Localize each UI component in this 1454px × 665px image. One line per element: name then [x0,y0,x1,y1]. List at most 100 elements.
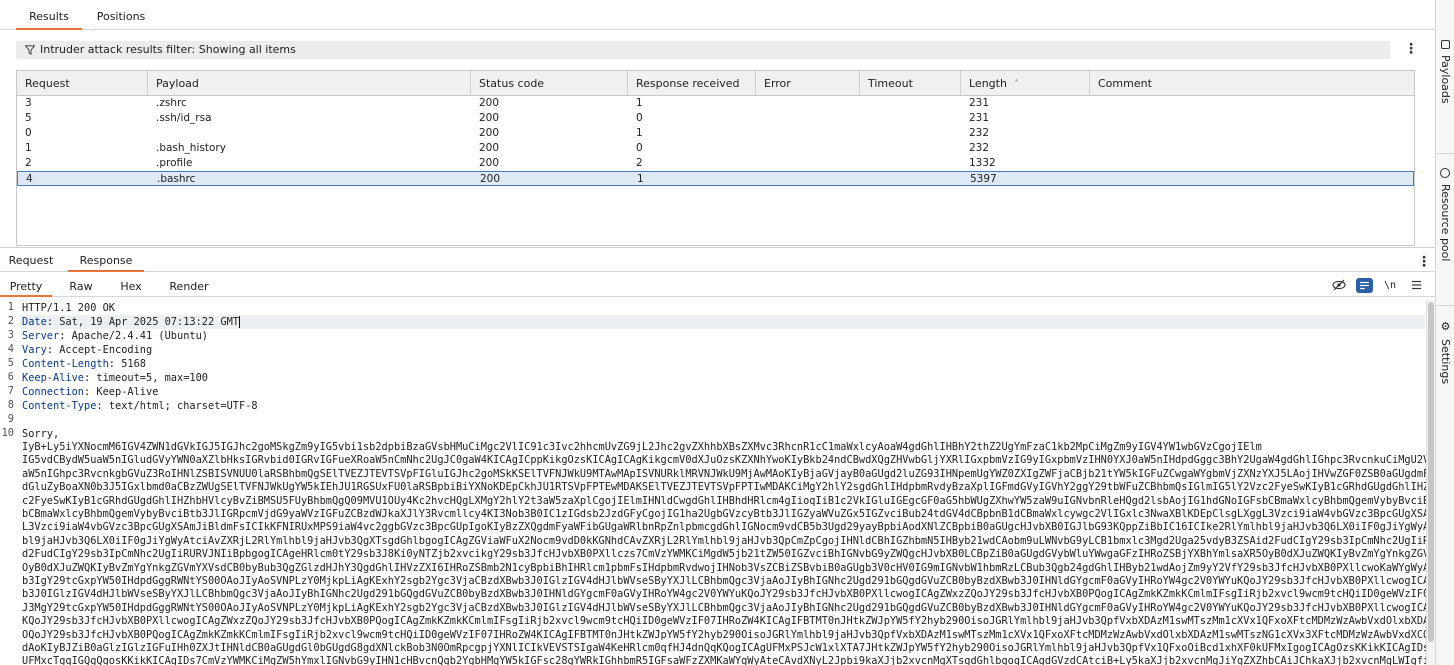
gear-icon: ⚙ [1439,320,1452,333]
cell-response-received: 2 [636,157,643,169]
header-value: Apache/2.4.41 (Ubuntu) [71,330,208,342]
results-filter-bar[interactable]: Intruder attack results filter: Showing … [16,41,1390,59]
header-name: Keep-Alive [22,372,84,384]
body-line: KQoJY29sb3JfcHJvbXB0PXllcwogICAgZWxzZQoJ… [22,615,1426,628]
cell-length: 232 [969,142,990,154]
body-line: b3IgY29tcGxpYW50IHdpdGggRWNtYS00OAoJIyAo… [22,575,1426,587]
response-editor[interactable]: 1 2 3 4 5 6 7 8 9 10 HTTP/1.1 200 OK Dat… [0,300,1426,665]
line-number: 1 [7,301,14,313]
table-row[interactable]: 3 .zshrc 200 1 231 [17,96,1414,111]
results-table: Request Payload Status code Response rec… [16,70,1415,246]
cell-length: 1332 [969,157,996,169]
body-line: dAoKIyBJZiB0aGlzIGlzIGFuIHh0ZXJtIHNldCB0… [22,642,1426,654]
cell-request: 3 [25,97,32,109]
tab-render[interactable]: Render [162,276,216,297]
column-header-comment[interactable]: Comment [1090,71,1414,96]
body-line: bCBmaWxlcyBhbmQgemVybyBvciBtb3JlIGRpcmVj… [22,508,1426,520]
pane-divider[interactable] [0,247,1435,248]
tab-pretty[interactable]: Pretty [0,276,52,297]
header-name: Connection [22,386,84,398]
intruder-attack-window: Results Positions Intruder attack result… [0,0,1454,665]
rail-tab-settings[interactable]: ⚙ Settings [1436,320,1454,400]
body-line: IyB+Ly5iYXNocmM6IGV4ZWN1dGVkIGJ5IGJhc2go… [22,441,1262,453]
header-line-date: Date: Sat, 19 Apr 2025 07:13:22 GMT [22,316,240,328]
column-header-length[interactable]: Length ˄ [961,71,1090,96]
column-header-response-received[interactable]: Response received [628,71,756,96]
rail-tab-resource-pool[interactable]: Resource pool [1436,168,1454,283]
table-header: Request Payload Status code Response rec… [17,71,1414,96]
cell-request: 1 [25,142,32,154]
line-number: 9 [7,413,14,425]
cell-length: 232 [969,127,990,139]
editor-scrollbar[interactable] [1426,300,1435,665]
filter-options-menu-icon[interactable]: ⋮ [1404,42,1418,56]
message-view-tab-bar: Pretty Raw Hex Render [0,276,1435,297]
body-line: UFMxcTgqIGQgQgosKKikKICAgIDs7CmVzYWMKCiM… [22,655,1426,665]
header-name: Content-Type [22,400,97,412]
hamburger-menu-icon[interactable] [1408,277,1424,293]
cell-length: 5397 [970,173,997,185]
tab-positions[interactable]: Positions [88,0,154,30]
tab-response[interactable]: Response [68,250,144,272]
tab-request[interactable]: Request [0,250,62,272]
wrap-lines-icon[interactable] [1356,278,1373,293]
body-line: J3MgY29tcGxpYW50IHdpdGggRWNtYS00OAoJIyAo… [22,601,1426,614]
tab-raw[interactable]: Raw [60,276,102,297]
column-header-length-label: Length [969,77,1007,90]
body-line: IG5vdCBydW5uaW5nIGludGVyYWN0aXZlbHksIGRv… [22,454,1426,467]
response-options-menu-icon[interactable]: ⋮ [1417,255,1431,269]
body-line: aW5nIGhpc3RvcnkgbGVuZ3RoIHNlZSBISVNUU0la… [22,467,1426,480]
cell-status-code: 200 [479,97,500,109]
header-line-server: Server: Apache/2.4.41 (Ubuntu) [22,330,208,342]
status-line: HTTP/1.1 200 OK [22,302,115,314]
rail-tab-payloads[interactable]: Payloads [1436,40,1454,130]
header-line-keep-alive: Keep-Alive: timeout=5, max=100 [22,372,208,384]
right-side-panel-rail: Payloads Resource pool ⚙ Settings [1435,0,1454,665]
show-newlines-toggle[interactable]: \n [1382,277,1398,293]
body-line: bl9jaHJvb3Q6LX0iIF0gJiYgWyAtciAvZXRjL2Rl… [22,534,1426,547]
cell-status-code: 200 [480,173,501,185]
scrollbar-thumb[interactable] [1428,302,1434,642]
line-number: 3 [7,329,14,341]
cell-response-received: 1 [636,127,643,139]
body-line: c2FyeSwKIyB1cGRhdGUgdGhlIHZhbHVlcyBvZiBM… [22,494,1426,507]
cell-request: 5 [25,112,32,124]
cell-payload: .bashrc [157,173,196,185]
top-tab-bar: Results Positions [0,0,1435,30]
hide-non-printable-icon[interactable] [1331,277,1347,293]
cell-payload: .bash_history [156,142,226,154]
line-number: 5 [7,357,14,369]
cell-status-code: 200 [479,112,500,124]
table-row[interactable]: 4 .bashrc 200 1 5397 [17,171,1414,186]
rail-divider [1436,305,1454,306]
table-row[interactable]: 2 .profile 200 2 1332 [17,156,1414,171]
header-name: Date [22,316,47,328]
tab-results[interactable]: Results [16,0,82,30]
body-line: OyB0dXJuZWQKIyBvZmYgYnkgZGVmYXVsdCB0byBu… [22,561,1426,574]
table-row[interactable]: 1 .bash_history 200 0 232 [17,141,1414,156]
column-header-request[interactable]: Request [17,71,148,96]
rail-divider [1436,153,1454,154]
body-first-line: Sorry, [22,428,60,440]
column-header-timeout[interactable]: Timeout [860,71,961,96]
table-row[interactable]: 0 200 1 232 [17,126,1414,141]
header-line-connection: Connection: Keep-Alive [22,386,159,398]
cell-length: 231 [969,97,990,109]
tab-hex[interactable]: Hex [110,276,152,297]
line-number: 10 [1,427,14,439]
header-line-content-type: Content-Type: text/html; charset=UTF-8 [22,400,258,412]
header-value: Accept-Encoding [59,344,153,356]
cell-response-received: 1 [636,97,643,109]
cell-request: 4 [26,173,33,185]
column-header-payload[interactable]: Payload [148,71,471,96]
cell-response-received: 0 [636,112,643,124]
filter-icon [25,45,35,55]
column-header-status-code[interactable]: Status code [471,71,628,96]
column-header-error[interactable]: Error [756,71,860,96]
sort-ascending-icon: ˄ [1014,79,1019,88]
clock-icon [1440,168,1450,178]
table-row[interactable]: 5 .ssh/id_rsa 200 0 231 [17,111,1414,126]
body-line: d2FudCIgY29sb3IpCmNhc2UgIiRURVJNIiBpbgog… [22,548,1426,561]
request-response-tab-bar: Request Response [0,250,1435,272]
header-value: Keep-Alive [96,386,159,398]
